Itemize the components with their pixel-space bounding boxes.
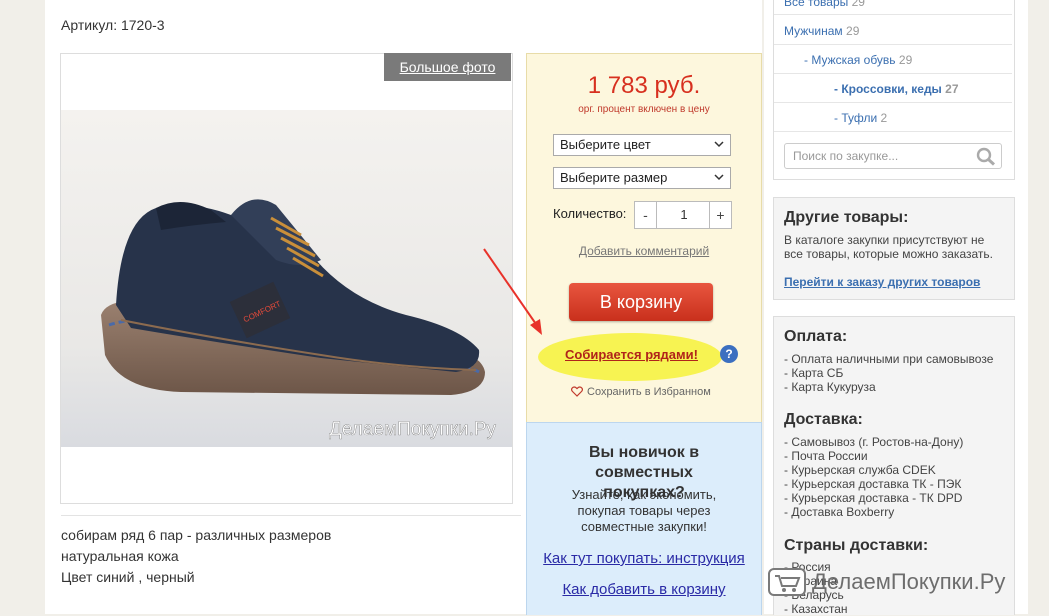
payment-title: Оплата: [784,328,848,345]
search-input[interactable]: Поиск по закупке... [784,143,1002,169]
category-label: - Кроссовки, кеды [834,82,942,96]
countries-title: Страны доставки: [784,537,929,554]
category-mens-shoes[interactable]: - Мужская обувь 29 [804,53,912,67]
help-icon[interactable]: ? [720,345,738,363]
add-to-cart-button[interactable]: В корзину [569,283,713,321]
category-shoes[interactable]: - Туфли 2 [834,111,887,125]
payment-item: - Карта СБ [784,366,844,380]
chevron-down-icon [714,141,724,148]
photo-watermark: ДелаемПокупки.Ру [329,419,497,440]
cart-logo-icon [768,568,806,596]
size-select[interactable]: Выберите размер [553,167,731,189]
save-to-favorites[interactable]: Сохранить в Избранном [571,386,711,398]
how-to-buy-link[interactable]: Как тут покупать: инструкция [526,550,762,567]
other-goods-title: Другие товары: [784,209,909,226]
color-select-value: Выберите цвет [560,137,651,152]
divider [61,515,521,516]
newbie-text: Узнайте, как экономить, покупая товары ч… [571,487,717,534]
payment-item: - Оплата наличными при самовывозе [784,352,994,366]
delivery-item: - Самовывоз (г. Ростов-на-Дону) [784,435,964,449]
collected-in-rows-link[interactable]: Собирается рядами! [565,347,698,362]
delivery-item: - Доставка Boxberry [784,505,895,519]
divider [774,102,1012,103]
price: 1 783 руб. [587,72,701,99]
size-select-value: Выберите размер [560,170,668,185]
quantity-plus-button[interactable]: + [709,202,731,228]
category-label: Все товары [784,0,849,9]
divider [774,73,1012,74]
delivery-item: - Курьерская доставка - ТК DPD [784,491,963,505]
chevron-down-icon [714,174,724,181]
quantity-stepper: - 1 + [634,201,732,229]
category-label: - Мужская обувь [804,53,896,67]
other-goods-text: В каталоге закупки присутствуют не все т… [784,233,993,261]
how-to-add-to-cart-link[interactable]: Как добавить в корзину [526,581,762,598]
delivery-item: - Почта России [784,449,868,463]
site-watermark: ДелаемПокупки.Ру [768,567,1005,597]
product-photo[interactable]: COMFORT ДелаемПокупки.Ру [61,110,512,447]
delivery-item: - Курьерская доставка ТК - ПЭК [784,477,962,491]
divider [774,131,1012,132]
quantity-minus-button[interactable]: - [635,202,657,228]
description-line-1: собирам ряд 6 пар - различных размеров [61,527,332,543]
add-comment-link[interactable]: Добавить комментарий [526,244,762,258]
quantity-label: Количество: [553,206,627,221]
divider [774,14,1012,15]
quantity-input[interactable]: 1 [657,202,711,228]
price-note: орг. процент включен в цену [578,104,710,115]
search-icon[interactable] [976,147,996,166]
category-count: 2 [880,111,888,125]
category-men[interactable]: Мужчинам 29 [784,24,859,38]
heart-icon [571,386,583,397]
description-line-2: натуральная кожа [61,548,179,564]
big-photo-button[interactable]: Большое фото [384,53,511,81]
description-line-3: Цвет синий , черный [61,569,195,585]
category-label: Мужчинам [784,24,843,38]
watermark-text: ДелаемПокупки.Ру [812,569,1006,594]
delivery-item: - Курьерская служба CDEK [784,463,936,477]
divider [774,44,1012,45]
other-goods-link[interactable]: Перейти к заказу других товаров [784,275,980,289]
category-count: 27 [945,82,959,96]
category-label: - Туфли [834,111,878,125]
favorites-label: Сохранить в Избранном [587,386,711,398]
search-placeholder: Поиск по закупке... [793,149,899,163]
article-number: Артикул: 1720-3 [61,17,165,33]
category-count: 29 [846,24,860,38]
category-count: 29 [898,53,913,67]
color-select[interactable]: Выберите цвет [553,134,731,156]
delivery-title: Доставка: [784,411,863,428]
annotation-arrow-icon [483,248,542,335]
category-sneakers[interactable]: - Кроссовки, кеды 27 [834,82,959,96]
category-all[interactable]: Все товары 29 [784,0,865,9]
category-count: 29 [851,0,865,9]
payment-item: - Карта Кукуруза [784,380,876,394]
